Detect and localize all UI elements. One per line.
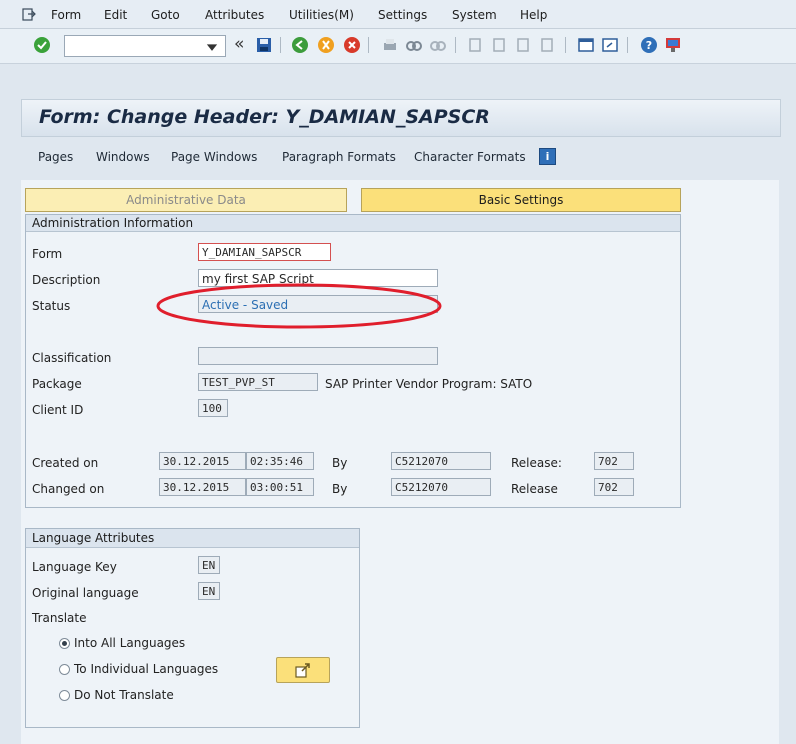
created-date-field: 30.12.2015 (159, 452, 246, 470)
character-formats-button[interactable]: Character Formats (414, 150, 526, 164)
changed-release-label: Release (511, 482, 558, 496)
client-id-field: 100 (198, 399, 228, 417)
toolbar-separator (565, 37, 566, 53)
changed-date-field: 30.12.2015 (159, 478, 246, 496)
menu-bar: Form Edit Goto Attributes Utilities(M) S… (0, 0, 796, 29)
menu-form[interactable]: Form (51, 8, 81, 22)
toolbar-separator (455, 37, 456, 53)
page-windows-button[interactable]: Page Windows (171, 150, 257, 164)
toolbar-separator (627, 37, 628, 53)
radio-label-all: Into All Languages (74, 636, 186, 650)
radio-do-not-translate[interactable] (59, 690, 70, 701)
client-id-label: Client ID (32, 403, 84, 417)
language-key-field: EN (198, 556, 220, 574)
changed-release-field: 702 (594, 478, 634, 496)
menu-settings[interactable]: Settings (378, 8, 427, 22)
save-icon[interactable] (255, 36, 273, 54)
customize-layout-icon[interactable] (664, 36, 682, 54)
print-icon[interactable] (381, 36, 399, 54)
group-title: Language Attributes (26, 529, 359, 548)
main-area: Administrative Data Basic Settings Admin… (21, 180, 779, 744)
find-next-icon[interactable] (429, 36, 447, 54)
menu-system[interactable]: System (452, 8, 497, 22)
created-release-label: Release: (511, 456, 562, 470)
status-label: Status (32, 299, 71, 313)
windows-button[interactable]: Windows (96, 150, 150, 164)
language-attributes-group: Language Attributes Language Key EN Orig… (25, 528, 360, 728)
translate-details-button[interactable] (276, 657, 330, 683)
cancel-icon[interactable] (343, 36, 361, 54)
administration-information-group: Administration Information Form Y_DAMIAN… (25, 214, 681, 508)
exit-navigation-icon[interactable] (317, 36, 335, 54)
classification-field[interactable] (198, 347, 438, 365)
first-page-icon[interactable] (466, 36, 484, 54)
changed-time-field: 03:00:51 (246, 478, 314, 496)
radio-into-all-languages[interactable] (59, 638, 70, 649)
exit-icon[interactable] (22, 8, 36, 21)
original-language-field: EN (198, 582, 220, 600)
menu-help[interactable]: Help (520, 8, 547, 22)
form-label: Form (32, 247, 63, 261)
translate-label: Translate (32, 611, 87, 625)
group-title: Administration Information (26, 215, 680, 232)
next-page-icon[interactable] (514, 36, 532, 54)
dropdown-arrow-icon[interactable] (203, 38, 221, 56)
find-icon[interactable] (405, 36, 423, 54)
menu-edit[interactable]: Edit (104, 8, 127, 22)
create-session-icon[interactable] (577, 36, 595, 54)
created-time-field: 02:35:46 (246, 452, 314, 470)
radio-label-individual: To Individual Languages (74, 662, 219, 676)
toolbar-separator (280, 37, 281, 53)
standard-toolbar: « ? (0, 29, 796, 64)
toolbar-separator (368, 37, 369, 53)
package-description: SAP Printer Vendor Program: SATO (325, 377, 533, 391)
package-label: Package (32, 377, 82, 391)
package-field: TEST_PVP_ST (198, 373, 318, 391)
created-on-label: Created on (32, 456, 99, 470)
enter-check-icon[interactable] (33, 36, 51, 54)
basic-settings-button[interactable]: Basic Settings (361, 188, 681, 212)
page-title: Form: Change Header: Y_DAMIAN_SAPSCR (39, 106, 490, 128)
menu-goto[interactable]: Goto (151, 8, 180, 22)
paragraph-formats-button[interactable]: Paragraph Formats (282, 150, 396, 164)
created-by-label: By (332, 456, 348, 470)
shortcut-icon[interactable] (601, 36, 619, 54)
administrative-data-button[interactable]: Administrative Data (25, 188, 347, 212)
form-name-field[interactable]: Y_DAMIAN_SAPSCR (198, 243, 331, 261)
radio-to-individual-languages[interactable] (59, 664, 70, 675)
changed-by-field: C5212070 (391, 478, 491, 496)
title-bar: Form: Change Header: Y_DAMIAN_SAPSCR (21, 99, 781, 137)
radio-label-none: Do Not Translate (74, 688, 174, 702)
back-arrows-icon[interactable]: « (234, 34, 244, 54)
changed-by-label: By (332, 482, 348, 496)
menu-utilities[interactable]: Utilities(M) (289, 8, 354, 22)
back-icon[interactable] (291, 36, 309, 54)
created-by-field: C5212070 (391, 452, 491, 470)
command-field[interactable] (64, 35, 226, 57)
created-release-field: 702 (594, 452, 634, 470)
original-language-label: Original language (32, 586, 139, 600)
svg-text:?: ? (646, 39, 652, 52)
last-page-icon[interactable] (538, 36, 556, 54)
changed-on-label: Changed on (32, 482, 105, 496)
export-arrow-icon (295, 663, 310, 678)
help-icon[interactable]: ? (640, 36, 658, 54)
previous-page-icon[interactable] (490, 36, 508, 54)
annotation-ellipse (156, 283, 442, 329)
classification-label: Classification (32, 351, 112, 365)
description-label: Description (32, 273, 101, 287)
application-toolbar: Pages Windows Page Windows Paragraph For… (21, 140, 779, 176)
menu-attributes[interactable]: Attributes (205, 8, 264, 22)
pages-button[interactable]: Pages (38, 150, 73, 164)
info-icon[interactable]: i (539, 148, 556, 165)
language-key-label: Language Key (32, 560, 117, 574)
